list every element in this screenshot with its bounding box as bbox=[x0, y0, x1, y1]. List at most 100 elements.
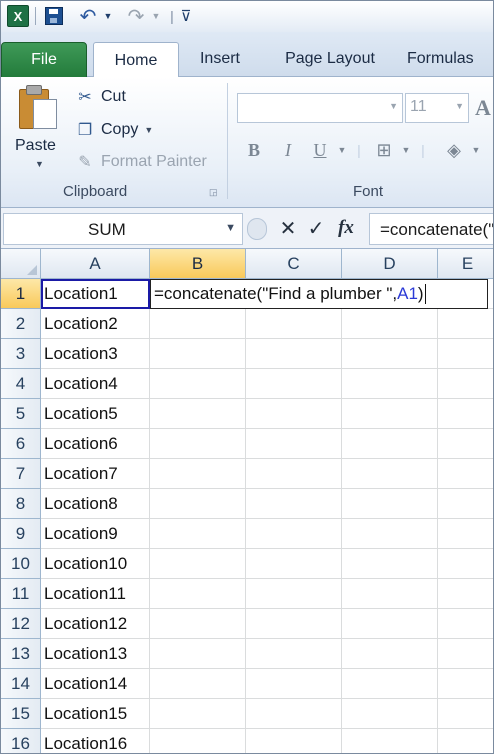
cell[interactable] bbox=[438, 489, 493, 519]
fill-color-dropdown[interactable]: ▼ bbox=[469, 137, 483, 163]
cell-a[interactable]: Location4 bbox=[41, 369, 150, 399]
cell[interactable] bbox=[150, 519, 246, 549]
tab-insert[interactable]: Insert bbox=[187, 42, 253, 76]
cell-b1-editor[interactable]: =concatenate("Find a plumber ", A1) bbox=[150, 279, 488, 309]
cell[interactable] bbox=[438, 519, 493, 549]
cell-a[interactable]: Location13 bbox=[41, 639, 150, 669]
cell[interactable] bbox=[150, 369, 246, 399]
cell-a[interactable]: Location12 bbox=[41, 609, 150, 639]
row-header[interactable]: 5 bbox=[1, 399, 41, 429]
row-header[interactable]: 8 bbox=[1, 489, 41, 519]
underline-dropdown[interactable]: ▼ bbox=[335, 137, 349, 163]
undo-button[interactable]: ↶ bbox=[75, 5, 101, 28]
borders-button[interactable]: ⊞ bbox=[371, 137, 397, 163]
cell[interactable] bbox=[438, 699, 493, 729]
font-size-box[interactable]: 11 ▼ bbox=[405, 93, 469, 123]
cell[interactable] bbox=[246, 459, 342, 489]
cell[interactable] bbox=[150, 459, 246, 489]
cell[interactable] bbox=[246, 609, 342, 639]
cell[interactable] bbox=[150, 699, 246, 729]
cell[interactable] bbox=[342, 549, 438, 579]
cell[interactable] bbox=[246, 309, 342, 339]
insert-function-button[interactable]: fx bbox=[335, 216, 357, 240]
row-header[interactable]: 11 bbox=[1, 579, 41, 609]
column-header-c[interactable]: C bbox=[246, 249, 342, 279]
column-header-a[interactable]: A bbox=[41, 249, 150, 279]
cell[interactable] bbox=[150, 609, 246, 639]
cell[interactable] bbox=[342, 399, 438, 429]
cell[interactable] bbox=[438, 669, 493, 699]
row-header[interactable]: 15 bbox=[1, 699, 41, 729]
cell-a[interactable]: Location6 bbox=[41, 429, 150, 459]
cell[interactable] bbox=[342, 339, 438, 369]
grow-font-button[interactable]: A bbox=[475, 95, 491, 121]
column-header-e[interactable]: E bbox=[438, 249, 493, 279]
cell-a[interactable]: Location8 bbox=[41, 489, 150, 519]
cell[interactable] bbox=[246, 489, 342, 519]
cell[interactable] bbox=[438, 429, 493, 459]
cell[interactable] bbox=[246, 519, 342, 549]
tab-file[interactable]: File bbox=[1, 42, 87, 78]
tab-formulas[interactable]: Formulas bbox=[407, 42, 493, 76]
cell-a[interactable]: Location2 bbox=[41, 309, 150, 339]
row-header[interactable]: 2 bbox=[1, 309, 41, 339]
cancel-button[interactable]: ✕ bbox=[277, 216, 299, 240]
cell[interactable] bbox=[342, 729, 438, 753]
cell[interactable] bbox=[342, 429, 438, 459]
borders-dropdown[interactable]: ▼ bbox=[399, 137, 413, 163]
italic-button[interactable]: I bbox=[275, 137, 301, 163]
cell[interactable] bbox=[438, 309, 493, 339]
row-header[interactable]: 9 bbox=[1, 519, 41, 549]
customize-qat-button[interactable]: ⊽ bbox=[177, 5, 195, 27]
cell[interactable] bbox=[342, 459, 438, 489]
row-header[interactable]: 16 bbox=[1, 729, 41, 753]
row-header[interactable]: 4 bbox=[1, 369, 41, 399]
row-header[interactable]: 3 bbox=[1, 339, 41, 369]
cell[interactable] bbox=[342, 669, 438, 699]
select-all-button[interactable] bbox=[1, 249, 41, 279]
column-header-b[interactable]: B bbox=[150, 249, 246, 279]
underline-button[interactable]: U bbox=[307, 137, 333, 163]
cell[interactable] bbox=[438, 549, 493, 579]
cell[interactable] bbox=[342, 579, 438, 609]
cell[interactable] bbox=[342, 519, 438, 549]
chevron-down-icon[interactable]: ▼ bbox=[35, 159, 44, 169]
cell[interactable] bbox=[150, 579, 246, 609]
cell-a[interactable]: Location3 bbox=[41, 339, 150, 369]
cell-a[interactable]: Location16 bbox=[41, 729, 150, 753]
cell[interactable] bbox=[246, 369, 342, 399]
save-button[interactable] bbox=[43, 5, 65, 27]
cut-button[interactable]: ✂ Cut bbox=[75, 85, 126, 109]
font-name-box[interactable]: ▼ bbox=[237, 93, 403, 123]
cell[interactable] bbox=[246, 699, 342, 729]
cell[interactable] bbox=[438, 459, 493, 489]
cell[interactable] bbox=[150, 489, 246, 519]
cell-a[interactable]: Location10 bbox=[41, 549, 150, 579]
cell-a[interactable]: Location15 bbox=[41, 699, 150, 729]
row-header[interactable]: 7 bbox=[1, 459, 41, 489]
cell-a[interactable]: Location5 bbox=[41, 399, 150, 429]
cell[interactable] bbox=[246, 399, 342, 429]
copy-button[interactable]: ❐ Copy ▼ bbox=[75, 118, 153, 142]
cell[interactable] bbox=[150, 669, 246, 699]
cell[interactable] bbox=[438, 399, 493, 429]
tab-page-layout[interactable]: Page Layout bbox=[269, 42, 391, 76]
fill-color-button[interactable]: ◈ bbox=[441, 137, 467, 163]
cell[interactable] bbox=[246, 429, 342, 459]
cell[interactable] bbox=[342, 639, 438, 669]
cell[interactable] bbox=[246, 669, 342, 699]
row-header[interactable]: 12 bbox=[1, 609, 41, 639]
row-header[interactable]: 1 bbox=[1, 279, 41, 309]
undo-dropdown[interactable]: ▼ bbox=[101, 5, 115, 27]
column-header-d[interactable]: D bbox=[342, 249, 438, 279]
cell[interactable] bbox=[438, 369, 493, 399]
cell[interactable] bbox=[246, 729, 342, 753]
cell[interactable] bbox=[438, 729, 493, 753]
redo-dropdown[interactable]: ▼ bbox=[149, 5, 163, 27]
cell[interactable] bbox=[246, 579, 342, 609]
cell[interactable] bbox=[246, 339, 342, 369]
cell-a[interactable]: Location9 bbox=[41, 519, 150, 549]
cell[interactable] bbox=[150, 309, 246, 339]
cell-a[interactable]: Location1 bbox=[41, 279, 150, 309]
cell[interactable] bbox=[150, 639, 246, 669]
